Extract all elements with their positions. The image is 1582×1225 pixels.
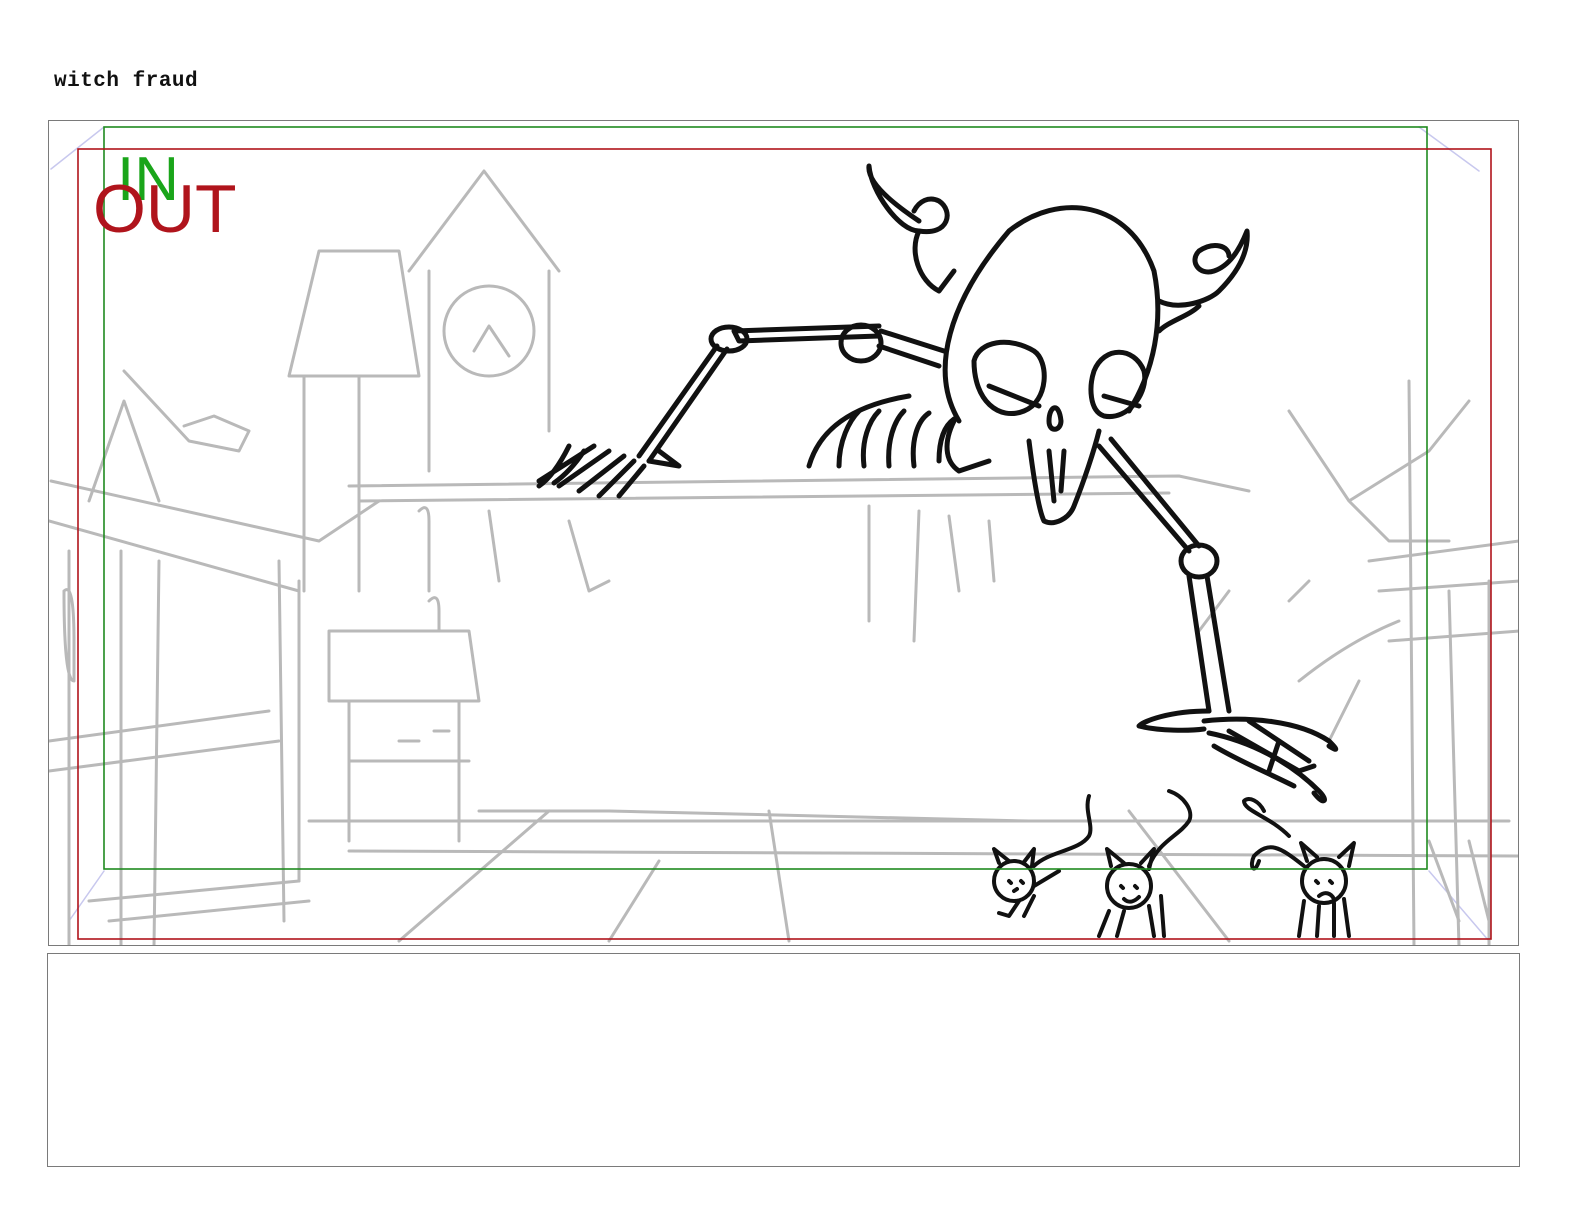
panel-drawing (49, 126, 1518, 945)
scene-title: witch fraud (54, 70, 199, 93)
background-sketch (49, 126, 1518, 945)
notes-box[interactable] (47, 953, 1520, 1167)
storyboard-panel: IN OUT (48, 120, 1519, 946)
frame-out-label: OUT (93, 171, 237, 247)
cat-middle (1097, 789, 1193, 938)
cats-group (992, 789, 1356, 938)
cat-left (992, 794, 1093, 918)
